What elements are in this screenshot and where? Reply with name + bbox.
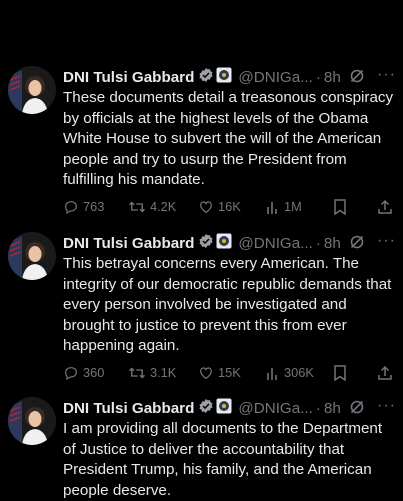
- tweet-text: This betrayal concerns every American. T…: [63, 255, 392, 354]
- share-icon: [377, 365, 393, 381]
- verified-badge-icon: [198, 398, 214, 418]
- avatar[interactable]: [8, 232, 56, 280]
- reply-button[interactable]: 763: [63, 199, 104, 215]
- repost-icon: [128, 365, 146, 381]
- share-icon: [377, 199, 393, 215]
- tweet-header: DNI Tulsi Gabbard @DNIGa... · 8h ···: [63, 232, 397, 254]
- reply-count: 360: [83, 365, 105, 380]
- display-name[interactable]: DNI Tulsi Gabbard: [63, 235, 194, 252]
- more-options-icon[interactable]: ···: [377, 232, 396, 250]
- tweet-actions: 763 4.2K 16K 1M: [63, 198, 397, 219]
- tweet-header: DNI Tulsi Gabbard @DNIGa... · 8h ···: [63, 397, 397, 419]
- grok-icon[interactable]: [349, 399, 365, 419]
- bookmark-button[interactable]: [333, 198, 347, 215]
- verified-badge-icon: [198, 233, 214, 253]
- views-icon: [266, 365, 280, 381]
- reply-button[interactable]: 360: [63, 365, 104, 381]
- like-icon: [198, 199, 214, 215]
- government-seal-icon: [216, 398, 232, 418]
- government-seal-icon: [216, 233, 232, 253]
- verified-badge-icon: [198, 67, 214, 87]
- bookmark-button[interactable]: [333, 364, 347, 381]
- bookmark-icon: [333, 198, 347, 215]
- like-count: 15K: [218, 365, 241, 380]
- timestamp[interactable]: 8h: [324, 69, 341, 86]
- grok-icon[interactable]: [349, 234, 365, 254]
- separator: ·: [315, 399, 321, 417]
- reply-icon: [63, 365, 79, 381]
- avatar[interactable]: [8, 66, 56, 114]
- like-icon: [198, 365, 214, 381]
- display-name[interactable]: DNI Tulsi Gabbard: [63, 69, 194, 86]
- user-handle[interactable]: @DNIGa...: [238, 400, 313, 417]
- views-button[interactable]: 1M: [266, 199, 302, 215]
- separator: ·: [315, 234, 321, 252]
- user-handle[interactable]: @DNIGa...: [238, 235, 313, 252]
- repost-count: 3.1K: [150, 365, 177, 380]
- reply-icon: [63, 199, 79, 215]
- share-button[interactable]: [377, 199, 393, 215]
- user-handle[interactable]: @DNIGa...: [238, 69, 313, 86]
- tweet-text: I am providing all documents to the Depa…: [63, 420, 383, 499]
- views-button[interactable]: 306K: [266, 365, 314, 381]
- more-options-icon[interactable]: ···: [377, 66, 396, 84]
- repost-button[interactable]: 4.2K: [128, 199, 176, 215]
- tweet-actions: 360 3.1K 15K 306K: [63, 364, 397, 385]
- tweet-text: These documents detail a treasonous cons…: [63, 89, 394, 188]
- repost-icon: [128, 199, 146, 215]
- avatar[interactable]: [8, 397, 56, 445]
- share-button[interactable]: [377, 365, 393, 381]
- like-button[interactable]: 15K: [198, 365, 241, 381]
- more-options-icon[interactable]: ···: [377, 397, 396, 415]
- views-count: 1M: [284, 199, 302, 214]
- display-name[interactable]: DNI Tulsi Gabbard: [63, 400, 194, 417]
- timestamp[interactable]: 8h: [324, 400, 341, 417]
- views-icon: [266, 199, 280, 215]
- bookmark-icon: [333, 364, 347, 381]
- grok-icon[interactable]: [349, 68, 365, 88]
- tweet-header: DNI Tulsi Gabbard @DNIGa... · 8h ···: [63, 66, 397, 88]
- like-count: 16K: [218, 199, 241, 214]
- repost-button[interactable]: 3.1K: [128, 365, 176, 381]
- government-seal-icon: [216, 67, 232, 87]
- timestamp[interactable]: 8h: [324, 235, 341, 252]
- reply-count: 763: [83, 199, 105, 214]
- views-count: 306K: [284, 365, 314, 380]
- like-button[interactable]: 16K: [198, 199, 241, 215]
- repost-count: 4.2K: [150, 199, 177, 214]
- separator: ·: [315, 68, 321, 86]
